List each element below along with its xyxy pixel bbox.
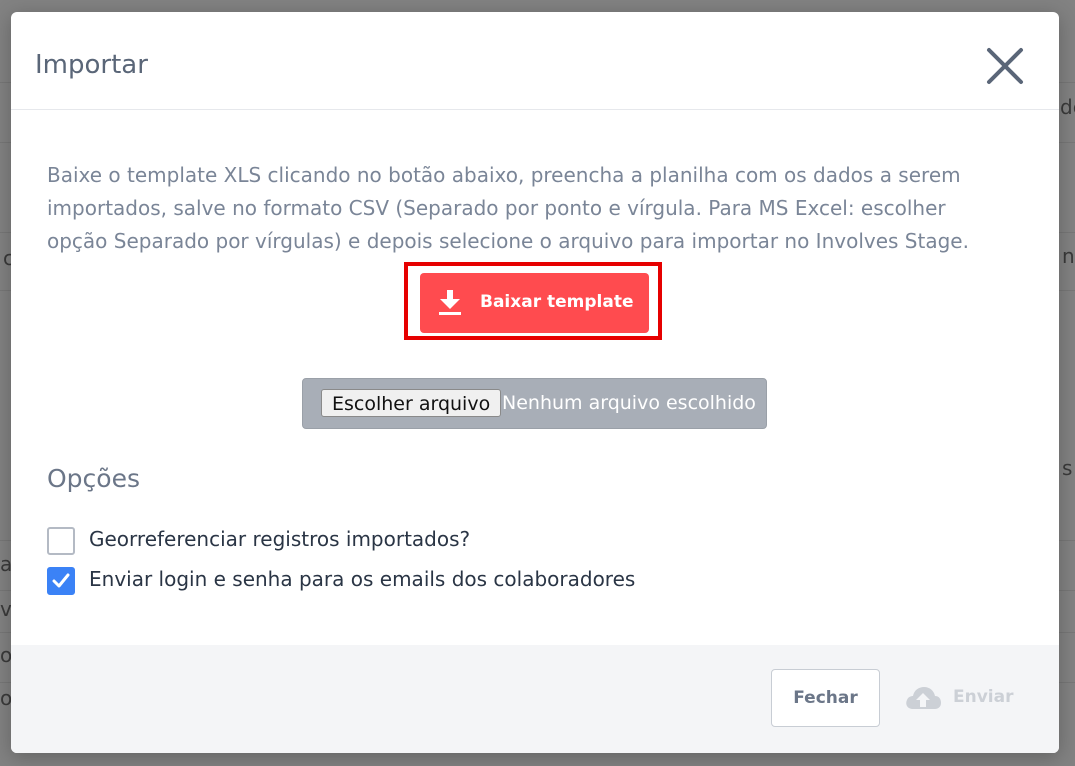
option-label: Enviar login e senha para os emails dos … — [89, 567, 636, 591]
send-button[interactable]: Enviar — [904, 681, 1024, 715]
close-button[interactable] — [983, 44, 1027, 88]
file-input[interactable]: Escolher arquivo Nenhum arquivo escolhid… — [302, 378, 767, 429]
file-status-text: Nenhum arquivo escolhido — [502, 392, 756, 414]
bg-text-fragment: de — [1060, 95, 1075, 119]
send-login-checkbox[interactable] — [47, 567, 75, 595]
option-label: Georreferenciar registros importados? — [89, 527, 471, 551]
modal-footer: Fechar Enviar — [11, 645, 1059, 753]
checkmark-icon — [52, 573, 70, 588]
modal-header: Importar — [11, 12, 1059, 110]
options-title: Opções — [47, 464, 140, 493]
close-icon — [987, 48, 1023, 84]
import-modal: Importar Baixe o template XLS clicando n… — [11, 12, 1059, 753]
cloud-upload-icon — [906, 687, 941, 709]
close-footer-button[interactable]: Fechar — [771, 669, 880, 727]
choose-file-button[interactable]: Escolher arquivo — [321, 389, 502, 417]
georeference-checkbox[interactable] — [47, 527, 75, 555]
import-instructions: Baixe o template XLS clicando no botão a… — [47, 163, 969, 253]
bg-text-fragment: s — [1062, 456, 1073, 480]
modal-title: Importar — [35, 50, 148, 80]
send-label: Enviar — [953, 687, 1014, 707]
download-template-button[interactable]: Baixar template — [420, 273, 649, 333]
bg-text-fragment: ne — [1062, 244, 1075, 268]
download-template-label: Baixar template — [480, 292, 634, 312]
download-icon — [439, 290, 461, 315]
close-footer-label: Fechar — [793, 688, 858, 708]
